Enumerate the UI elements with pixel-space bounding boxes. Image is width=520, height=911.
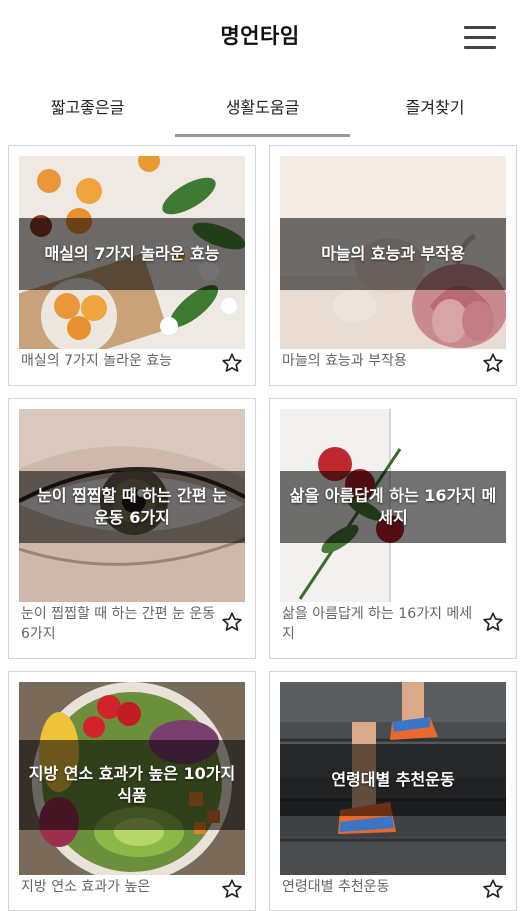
article-card[interactable]: 눈이 찝찝할 때 하는 간편 눈 운동 6가지 눈이 찝찝할 때 하는 간편 눈… (8, 398, 256, 659)
card-overlay-title: 지방 연소 효과가 높은 10가지 식품 (19, 740, 245, 830)
app-header: 명언타임 (0, 0, 520, 75)
article-card[interactable]: 연령대별 추천운동 연령대별 추천운동 (269, 671, 517, 911)
tab-short-good-words[interactable]: 짧고좋은글 (0, 80, 175, 136)
card-overlay-title: 연령대별 추천운동 (280, 744, 506, 816)
star-outline-icon[interactable] (221, 352, 243, 374)
card-thumbnail: 지방 연소 효과가 높은 10가지 식품 (19, 682, 245, 875)
card-caption: 연령대별 추천운동 (282, 879, 390, 895)
card-caption: 마늘의 효능과 부작용 (282, 353, 407, 369)
card-caption: 매실의 7가지 놀라운 효능 (21, 353, 173, 369)
star-outline-icon[interactable] (482, 611, 504, 633)
card-overlay-title: 눈이 찝찝할 때 하는 간편 눈 운동 6가지 (19, 471, 245, 543)
card-thumbnail: 연령대별 추천운동 (280, 682, 506, 875)
star-outline-icon[interactable] (221, 878, 243, 900)
card-overlay-title: 삶을 아름답게 하는 16가지 메세지 (280, 471, 506, 543)
article-grid: 매실의 7가지 놀라운 효능 매실의 7가지 놀라운 효능 마늘의 효능과 부작… (0, 145, 520, 911)
card-thumbnail: 매실의 7가지 놀라운 효능 (19, 156, 245, 349)
card-caption: 눈이 찝찝할 때 하는 간편 눈 운동 6가지 (21, 606, 216, 642)
star-outline-icon[interactable] (482, 352, 504, 374)
card-overlay-title: 매실의 7가지 놀라운 효능 (19, 218, 245, 290)
star-outline-icon[interactable] (221, 611, 243, 633)
active-tab-indicator (175, 134, 350, 137)
article-card[interactable]: 지방 연소 효과가 높은 10가지 식품 지방 연소 효과가 높은 (8, 671, 256, 911)
hamburger-menu-icon[interactable] (458, 22, 502, 54)
article-card[interactable]: 삶을 아름답게 하는 16가지 메세지 삶을 아름답게 하는 16가지 메세지 (269, 398, 517, 659)
article-card[interactable]: 매실의 7가지 놀라운 효능 매실의 7가지 놀라운 효능 (8, 145, 256, 386)
card-thumbnail: 삶을 아름답게 하는 16가지 메세지 (280, 409, 506, 602)
card-thumbnail: 마늘의 효능과 부작용 (280, 156, 506, 349)
star-outline-icon[interactable] (482, 878, 504, 900)
tab-bar: 짧고좋은글 생활도움글 즐겨찾기 (0, 80, 520, 140)
card-thumbnail: 눈이 찝찝할 때 하는 간편 눈 운동 6가지 (19, 409, 245, 602)
tab-life-help[interactable]: 생활도움글 (175, 80, 350, 136)
card-overlay-title: 마늘의 효능과 부작용 (280, 218, 506, 290)
app-title: 명언타임 (220, 24, 300, 48)
tab-favorites[interactable]: 즐겨찾기 (350, 80, 520, 136)
card-caption: 삶을 아름답게 하는 16가지 메세지 (282, 606, 473, 642)
article-card[interactable]: 마늘의 효능과 부작용 마늘의 효능과 부작용 (269, 145, 517, 386)
card-caption: 지방 연소 효과가 높은 (21, 879, 151, 895)
